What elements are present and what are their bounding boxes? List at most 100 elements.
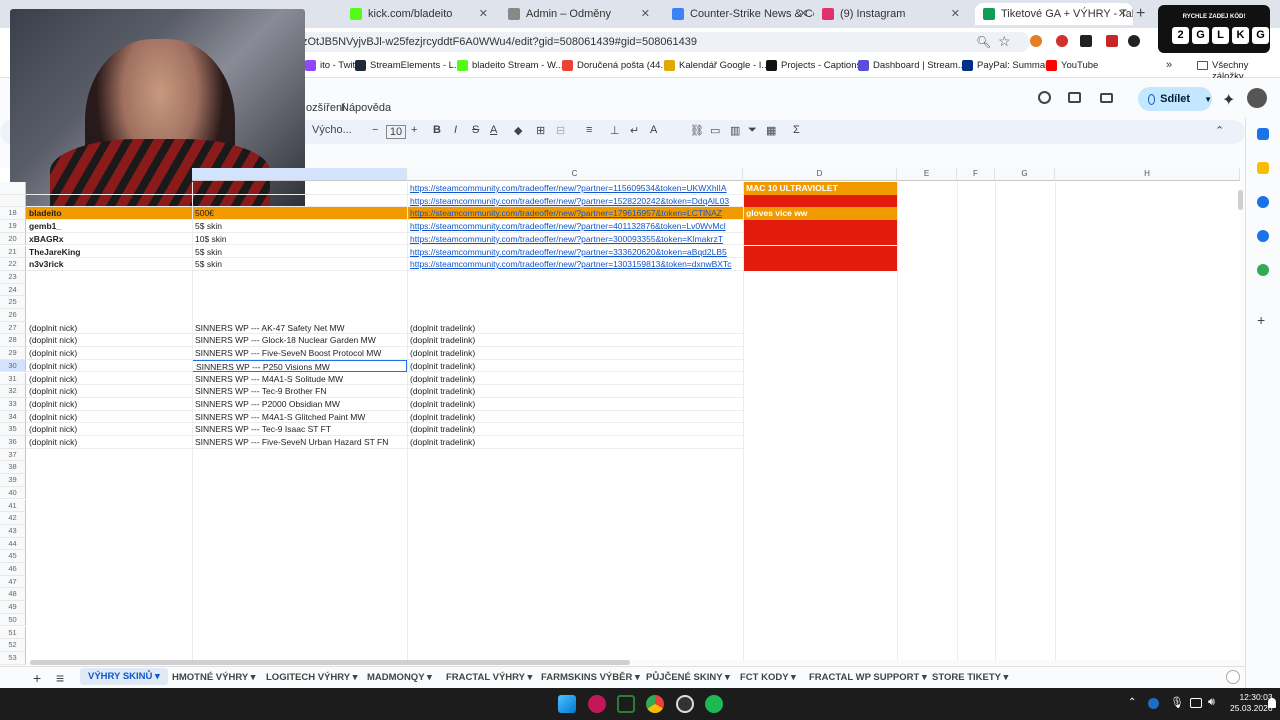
cell-note[interactable] [743, 232, 897, 246]
sheet-tab[interactable]: FRACTAL WP SUPPORT ▾ [809, 672, 927, 683]
browser-tab[interactable]: Tiketové GA + VÝHRY - Tabulk✕ [975, 3, 1133, 25]
cell-tradelink[interactable]: https://steamcommunity.com/tradeoffer/ne… [407, 258, 743, 271]
row-header[interactable]: 29 [0, 347, 26, 360]
row-header[interactable]: 43 [0, 524, 26, 538]
cell-tradelink[interactable]: https://steamcommunity.com/tradeoffer/ne… [407, 233, 743, 246]
bold-button[interactable]: B [433, 124, 441, 136]
cell-nick[interactable]: (doplnit nick) [26, 360, 192, 373]
all-sheets-button[interactable]: ≡ [56, 670, 64, 686]
cell-prize[interactable]: SINNERS WP --- Five-SeveN Urban Hazard S… [192, 436, 407, 449]
font-size-input[interactable]: 10 [386, 125, 406, 139]
insert-comment-icon[interactable]: ▭ [710, 124, 720, 137]
cell-prize[interactable]: 5$ skin [192, 258, 407, 271]
cell-note[interactable] [743, 258, 897, 271]
chevron-down-icon[interactable]: ▾ [248, 672, 256, 683]
cell-note[interactable] [743, 245, 897, 259]
close-tab-icon[interactable]: ✕ [951, 7, 960, 20]
row-header[interactable]: 49 [0, 601, 26, 614]
close-tab-icon[interactable]: ✕ [641, 7, 650, 20]
row-header[interactable]: 41 [0, 499, 26, 513]
chart-icon[interactable]: ▥ [730, 124, 740, 137]
spotify-icon[interactable] [705, 695, 723, 713]
cell-nick[interactable]: n3v3rick [26, 258, 192, 271]
chevron-down-icon[interactable]: ▾ [1001, 672, 1008, 683]
cell-tradelink[interactable]: (doplnit tradelink) [407, 436, 743, 449]
avatar[interactable] [1247, 88, 1267, 108]
cell-nick[interactable] [26, 182, 192, 195]
cell-note[interactable] [743, 194, 897, 208]
volume-icon[interactable]: 🔊︎ [1208, 696, 1215, 709]
cell-tradelink[interactable]: https://steamcommunity.com/tradeoffer/ne… [407, 182, 743, 195]
cell-prize[interactable]: SINNERS WP --- P2000 Obsidian MW [192, 398, 407, 411]
font-size-decrease-button[interactable]: − [372, 124, 378, 136]
row-header[interactable]: 27 [0, 321, 26, 335]
row-header[interactable]: 45 [0, 550, 26, 563]
cell-note[interactable]: MAC 10 ULTRAVIOLET [743, 182, 897, 195]
taskbar-clock[interactable]: 12:30:03 25.03.2026 [1230, 692, 1273, 714]
column-header[interactable]: C [407, 168, 743, 181]
chevron-down-icon[interactable]: ▾ [424, 672, 432, 683]
sheet-tab[interactable]: FARMSKINS VÝBĚR ▾ [541, 672, 640, 683]
column-header-selected[interactable] [192, 168, 407, 181]
cell-nick[interactable] [26, 195, 192, 208]
cell-tradelink[interactable]: (doplnit tradelink) [407, 423, 743, 436]
cell-nick[interactable]: (doplnit nick) [26, 385, 192, 398]
bookmark-item[interactable]: Doručená pošta (44... [562, 60, 668, 71]
url-input[interactable]: zOtJB5NVyjvBJl-w25fezjrcyddtF6A0WWu4/edi… [290, 32, 1030, 52]
cell-prize[interactable]: SINNERS WP --- M4A1-S Glitched Paint MW [192, 411, 407, 424]
extension-icon[interactable] [1056, 35, 1068, 47]
chevron-down-icon[interactable]: ▼ [1204, 95, 1212, 104]
row-header[interactable]: 36 [0, 436, 26, 449]
comment-icon[interactable] [1068, 92, 1081, 103]
cell-prize[interactable]: SINNERS WP --- Tec-9 Isaac ST FT [192, 423, 407, 436]
row-header[interactable]: 48 [0, 588, 26, 602]
cell-prize[interactable] [192, 182, 407, 195]
row-header[interactable]: 33 [0, 397, 26, 411]
history-icon[interactable] [1038, 91, 1051, 104]
network-icon[interactable] [1190, 698, 1202, 708]
contacts-icon[interactable] [1257, 230, 1269, 242]
chevron-down-icon[interactable]: ▾ [919, 672, 927, 683]
cell-prize[interactable]: SINNERS WP --- M4A1-S Solitude MW [192, 373, 407, 386]
cell-prize[interactable]: SINNERS WP --- Five-SeveN Boost Protocol… [192, 347, 407, 360]
link-icon[interactable]: ⛓ [690, 124, 704, 137]
row-header[interactable]: 40 [0, 486, 26, 500]
cell-prize[interactable]: 500€ [192, 207, 407, 221]
bookmark-item[interactable]: YouTube [1046, 60, 1098, 71]
menu-extensions[interactable]: ozšíření [306, 102, 345, 114]
align-icon[interactable]: ≡ [586, 124, 592, 136]
close-tab-icon[interactable]: ✕ [1118, 7, 1127, 20]
row-header[interactable]: 21 [0, 245, 26, 259]
collapse-toolbar-icon[interactable]: ⌃ [1215, 124, 1224, 137]
cell-nick[interactable]: bladeito [26, 207, 192, 221]
cell-tradelink[interactable]: (doplnit tradelink) [407, 398, 743, 411]
row-header[interactable]: 37 [0, 448, 26, 462]
horizontal-scrollbar[interactable] [30, 660, 630, 665]
bookmark-item[interactable]: Kalendář Google - I... [664, 60, 769, 71]
row-header[interactable]: 20 [0, 232, 26, 246]
row-header[interactable]: 19 [0, 220, 26, 233]
add-addon-icon[interactable]: + [1257, 312, 1265, 328]
tasks-icon[interactable] [1257, 196, 1269, 208]
row-header[interactable] [0, 194, 26, 208]
fill-color-icon[interactable]: ◆ [514, 124, 522, 137]
notifications-icon[interactable] [1268, 698, 1276, 708]
chevron-down-icon[interactable]: ▾ [152, 671, 160, 682]
row-header[interactable]: 22 [0, 258, 26, 271]
cell-note[interactable] [743, 220, 897, 233]
bookmarks-overflow-icon[interactable]: » [1166, 59, 1172, 71]
valign-icon[interactable]: ⊥ [610, 124, 620, 137]
column-header[interactable]: E [897, 168, 957, 181]
star-icon[interactable]: ☆ [998, 33, 1011, 50]
strikethrough-button[interactable]: S [472, 124, 479, 136]
functions-icon[interactable]: Σ [793, 124, 800, 136]
chevron-down-icon[interactable]: ▾ [350, 672, 358, 683]
row-header[interactable]: 26 [0, 309, 26, 322]
row-header[interactable] [0, 182, 26, 195]
cell-tradelink[interactable]: https://steamcommunity.com/tradeoffer/ne… [407, 195, 743, 208]
column-header[interactable]: H [1055, 168, 1240, 181]
cell-prize[interactable]: SINNERS WP --- P250 Visions MW [192, 359, 407, 373]
app-icon[interactable] [588, 695, 606, 713]
cell-nick[interactable]: (doplnit nick) [26, 436, 192, 449]
xbox-icon[interactable] [617, 695, 635, 713]
